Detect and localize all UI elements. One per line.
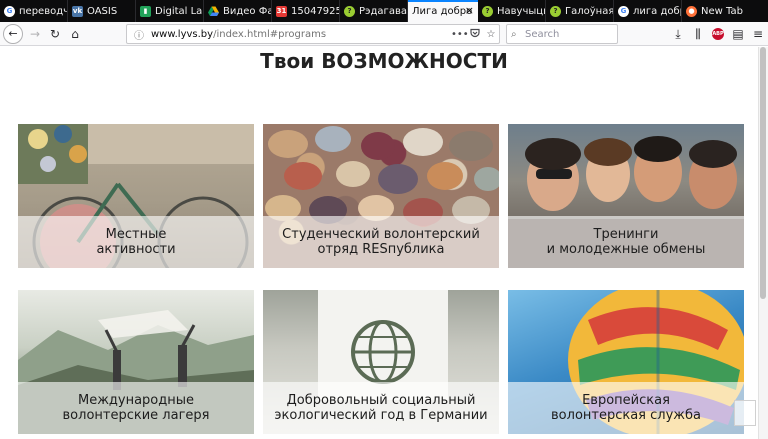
sidebar-icon: ▤ [732, 27, 744, 41]
tab-2[interactable]: vk OASIS [68, 0, 136, 22]
card-caption: Добровольный социальный экологический го… [263, 382, 499, 434]
search-bar[interactable]: ⌕ [506, 24, 618, 44]
tab-3[interactable]: ▮ Digital Lab [136, 0, 204, 22]
arrow-left-icon: ← [8, 27, 18, 40]
google-icon: G [4, 5, 15, 17]
forward-button[interactable]: → [25, 24, 45, 44]
program-card-local-activities[interactable]: Местные активности [18, 124, 254, 268]
scrollbar-thumb[interactable] [760, 47, 766, 299]
google-icon: G [618, 5, 629, 17]
card-title-line: и молодежные обмены [546, 242, 706, 257]
card-title: Добровольный социальный экологический го… [274, 393, 487, 423]
google-drive-icon [208, 6, 219, 17]
tab-1[interactable]: G переводч [0, 0, 68, 22]
program-card-european-service[interactable]: Европейская волонтерская служба [508, 290, 744, 434]
tab-label: лига добра [633, 5, 681, 17]
url-bar[interactable]: ⓘ www.lyvs.by/index.html#programs ••• ☆ [126, 24, 500, 44]
url-text[interactable]: www.lyvs.by/index.html#programs [151, 29, 451, 40]
tab-label: 150479257 [291, 5, 339, 17]
card-title-line: волонтерская служба [551, 408, 701, 423]
adblock-icon: ABP [712, 28, 724, 40]
scroll-to-top-button[interactable] [734, 400, 756, 426]
card-caption: Тренинги и молодежные обмены [508, 216, 744, 268]
tab-label: New Tab [701, 5, 743, 17]
url-path: /index.html#programs [213, 28, 327, 40]
card-title: Европейская волонтерская служба [551, 393, 701, 423]
calendar-icon: 31 [276, 5, 287, 17]
section-heading: Твои ВОЗМОЖНОСТИ [260, 49, 508, 73]
tab-label: Digital Lab [155, 5, 203, 17]
card-caption: Студенческий волонтерский отряд RESпубли… [263, 216, 499, 268]
tab-11[interactable]: ● New Tab [682, 0, 762, 22]
firefox-icon: ● [686, 5, 697, 17]
search-input[interactable] [525, 28, 613, 40]
card-title-line: Международные [77, 393, 195, 408]
card-title: Студенческий волонтерский отряд RESпубли… [282, 227, 480, 257]
tab-9[interactable]: ? Галоўная [546, 0, 614, 22]
navigation-toolbar: ← → ↻ ⌂ ⓘ www.lyvs.by/index.html#program… [0, 22, 768, 46]
vk-icon: vk [72, 5, 83, 17]
card-title-line: Добровольный социальный [286, 393, 476, 408]
hamburger-menu-icon: ≡ [752, 27, 764, 41]
card-title-line: волонтерские лагеря [62, 408, 210, 423]
info-icon[interactable]: ⓘ [131, 27, 147, 42]
tab-label: переводч [19, 5, 67, 17]
tab-6[interactable]: ? Рэдагаван [340, 0, 408, 22]
tab-10[interactable]: G лига добра [614, 0, 682, 22]
library-icon: ⫼ [695, 26, 701, 41]
page-actions-icon[interactable]: ••• [451, 29, 469, 40]
arrow-right-icon: → [29, 26, 41, 41]
library-button[interactable]: ⫼ [688, 24, 708, 44]
tab-label: OASIS [87, 5, 118, 17]
search-icon: ⌕ [511, 28, 517, 40]
card-title-line: Местные [105, 227, 167, 242]
home-button[interactable]: ⌂ [65, 24, 85, 44]
bookmark-star-icon[interactable]: ☆ [483, 29, 499, 40]
card-title: Международные волонтерские лагеря [63, 393, 210, 423]
card-title: Местные активности [96, 227, 175, 257]
card-title-line: Студенческий волонтерский [282, 227, 480, 242]
back-button[interactable]: ← [3, 23, 23, 44]
home-icon: ⌂ [71, 26, 79, 41]
yandex-icon: ? [344, 5, 355, 17]
menu-button[interactable]: ≡ [748, 24, 768, 44]
yandex-icon: ? [482, 5, 493, 17]
tab-label: Навучыцц [497, 5, 545, 17]
tab-label: Галоўная [565, 5, 613, 17]
card-title-line: экологический год в Германии [274, 408, 488, 423]
adblock-button[interactable]: ABP [708, 24, 728, 44]
url-host: www.lyvs.by [151, 28, 214, 40]
page-content: Твои ВОЗМОЖНОСТИ Местные активности Студ… [0, 47, 768, 439]
tab-8[interactable]: ? Навучыцц [478, 0, 546, 22]
card-caption: Местные активности [18, 216, 254, 268]
card-title-line: Европейская [582, 393, 670, 408]
close-icon[interactable]: × [465, 4, 474, 18]
program-card-ecological-year[interactable]: Добровольный социальный экологический го… [263, 290, 499, 434]
card-title-line: активности [96, 242, 176, 257]
tab-4[interactable]: Видео Фа [204, 0, 272, 22]
digital-lab-icon: ▮ [140, 5, 151, 17]
toolbar-right: ⤓ ⫼ ABP ▤ ≡ [668, 24, 768, 44]
sidebar-button[interactable]: ▤ [728, 24, 748, 44]
tab-strip: G переводч vk OASIS ▮ Digital Lab Видео … [0, 0, 768, 22]
card-caption: Европейская волонтерская служба [508, 382, 744, 434]
card-title-line: отряд RESпублика [317, 242, 445, 257]
program-card-student-squad[interactable]: Студенческий волонтерский отряд RESпубли… [263, 124, 499, 268]
yandex-icon: ? [550, 5, 561, 17]
tab-label: Лига добро [412, 5, 473, 17]
card-title: Тренинги и молодежные обмены [547, 227, 706, 257]
card-title-line: Тренинги [593, 227, 659, 242]
downloads-button[interactable]: ⤓ [668, 24, 688, 44]
card-caption: Международные волонтерские лагеря [18, 382, 254, 434]
tab-label: Рэдагаван [359, 5, 407, 17]
program-card-international-camps[interactable]: Международные волонтерские лагеря [18, 290, 254, 434]
program-card-trainings[interactable]: Тренинги и молодежные обмены [508, 124, 744, 268]
tab-7-active[interactable]: Лига добро × [408, 0, 478, 22]
download-icon: ⤓ [675, 26, 681, 41]
reload-icon: ↻ [49, 26, 61, 41]
reload-button[interactable]: ↻ [45, 24, 65, 44]
tab-5[interactable]: 31 150479257 [272, 0, 340, 22]
tab-label: Видео Фа [223, 5, 271, 17]
pocket-icon[interactable] [467, 28, 483, 41]
